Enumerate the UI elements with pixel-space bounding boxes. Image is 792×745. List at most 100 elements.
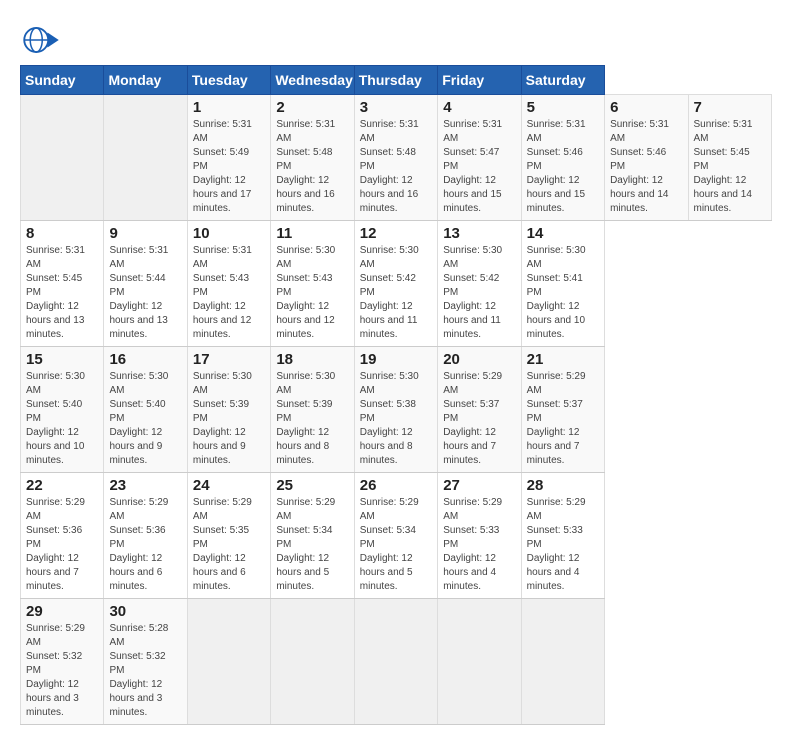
calendar-cell: 1Sunrise: 5:31 AMSunset: 5:49 PMDaylight… [187, 95, 270, 221]
calendar-cell: 25 Sunrise: 5:29 AMSunset: 5:34 PMDayligh… [271, 473, 354, 599]
day-number: 5 [527, 99, 599, 116]
day-info: Sunrise: 5:31 AMSunset: 5:44 PMDaylight:… [109, 244, 181, 342]
calendar-week-row: 15 Sunrise: 5:30 AMSunset: 5:40 PMDayligh… [21, 347, 772, 473]
day-number: 25 [276, 477, 348, 494]
day-info: Sunrise: 5:29 AMSunset: 5:37 PMDaylight:… [527, 370, 599, 468]
day-number: 9 [109, 225, 181, 242]
day-number: 14 [527, 225, 599, 242]
day-number: 26 [360, 477, 432, 494]
calendar-table: SundayMondayTuesdayWednesdayThursdayFrid… [20, 65, 772, 725]
calendar-cell: 13Sunrise: 5:30 AMSunset: 5:42 PMDayligh… [438, 221, 521, 347]
calendar-cell: 11Sunrise: 5:30 AMSunset: 5:43 PMDayligh… [271, 221, 354, 347]
day-number: 8 [26, 225, 98, 242]
day-info: Sunrise: 5:30 AMSunset: 5:40 PMDaylight:… [109, 370, 181, 468]
day-info: Sunrise: 5:31 AMSunset: 5:49 PMDaylight:… [193, 118, 265, 216]
day-info: Sunrise: 5:31 AMSunset: 5:47 PMDaylight:… [443, 118, 515, 216]
day-number: 20 [443, 351, 515, 368]
day-info: Sunrise: 5:30 AMSunset: 5:38 PMDaylight:… [360, 370, 432, 468]
header-saturday: Saturday [521, 66, 604, 95]
day-number: 21 [527, 351, 599, 368]
calendar-cell [521, 599, 604, 725]
calendar-cell [104, 95, 187, 221]
day-info: Sunrise: 5:31 AMSunset: 5:45 PMDaylight:… [26, 244, 98, 342]
page-header [20, 20, 772, 55]
day-number: 17 [193, 351, 265, 368]
day-number: 11 [276, 225, 348, 242]
day-info: Sunrise: 5:30 AMSunset: 5:42 PMDaylight:… [360, 244, 432, 342]
calendar-cell: 30Sunrise: 5:28 AMSunset: 5:32 PMDayligh… [104, 599, 187, 725]
day-info: Sunrise: 5:30 AMSunset: 5:40 PMDaylight:… [26, 370, 98, 468]
calendar-week-row: 29Sunrise: 5:29 AMSunset: 5:32 PMDayligh… [21, 599, 772, 725]
header-friday: Friday [438, 66, 521, 95]
day-number: 24 [193, 477, 265, 494]
header-thursday: Thursday [354, 66, 437, 95]
day-number: 16 [109, 351, 181, 368]
day-number: 3 [360, 99, 432, 116]
day-number: 6 [610, 99, 682, 116]
calendar-week-row: 8 Sunrise: 5:31 AMSunset: 5:45 PMDaylight… [21, 221, 772, 347]
calendar-cell: 6 Sunrise: 5:31 AMSunset: 5:46 PMDaylight… [605, 95, 688, 221]
day-number: 2 [276, 99, 348, 116]
calendar-cell: 27 Sunrise: 5:29 AMSunset: 5:33 PMDayligh… [438, 473, 521, 599]
calendar-cell: 15 Sunrise: 5:30 AMSunset: 5:40 PMDayligh… [21, 347, 104, 473]
calendar-cell: 5 Sunrise: 5:31 AMSunset: 5:46 PMDaylight… [521, 95, 604, 221]
day-info: Sunrise: 5:29 AMSunset: 5:33 PMDaylight:… [443, 496, 515, 594]
day-number: 4 [443, 99, 515, 116]
day-number: 12 [360, 225, 432, 242]
calendar-cell: 12 Sunrise: 5:30 AMSunset: 5:42 PMDayligh… [354, 221, 437, 347]
day-info: Sunrise: 5:30 AMSunset: 5:42 PMDaylight:… [443, 244, 515, 342]
day-number: 23 [109, 477, 181, 494]
calendar-cell: 19 Sunrise: 5:30 AMSunset: 5:38 PMDayligh… [354, 347, 437, 473]
calendar-cell: 18 Sunrise: 5:30 AMSunset: 5:39 PMDayligh… [271, 347, 354, 473]
calendar-cell: 2 Sunrise: 5:31 AMSunset: 5:48 PMDaylight… [271, 95, 354, 221]
day-info: Sunrise: 5:29 AMSunset: 5:34 PMDaylight:… [276, 496, 348, 594]
day-info: Sunrise: 5:29 AMSunset: 5:37 PMDaylight:… [443, 370, 515, 468]
calendar-cell [21, 95, 104, 221]
calendar-cell: 7 Sunrise: 5:31 AMSunset: 5:45 PMDaylight… [688, 95, 772, 221]
calendar-cell: 8 Sunrise: 5:31 AMSunset: 5:45 PMDaylight… [21, 221, 104, 347]
logo [20, 25, 62, 55]
day-info: Sunrise: 5:29 AMSunset: 5:35 PMDaylight:… [193, 496, 265, 594]
day-number: 15 [26, 351, 98, 368]
day-info: Sunrise: 5:28 AMSunset: 5:32 PMDaylight:… [109, 622, 181, 720]
day-info: Sunrise: 5:31 AMSunset: 5:48 PMDaylight:… [276, 118, 348, 216]
day-info: Sunrise: 5:29 AMSunset: 5:36 PMDaylight:… [109, 496, 181, 594]
day-info: Sunrise: 5:29 AMSunset: 5:33 PMDaylight:… [527, 496, 599, 594]
day-info: Sunrise: 5:29 AMSunset: 5:32 PMDaylight:… [26, 622, 98, 720]
day-info: Sunrise: 5:30 AMSunset: 5:39 PMDaylight:… [193, 370, 265, 468]
calendar-cell: 20 Sunrise: 5:29 AMSunset: 5:37 PMDayligh… [438, 347, 521, 473]
calendar-cell: 24 Sunrise: 5:29 AMSunset: 5:35 PMDayligh… [187, 473, 270, 599]
day-info: Sunrise: 5:31 AMSunset: 5:46 PMDaylight:… [527, 118, 599, 216]
calendar-cell: 26Sunrise: 5:29 AMSunset: 5:34 PMDayligh… [354, 473, 437, 599]
calendar-cell: 9 Sunrise: 5:31 AMSunset: 5:44 PMDaylight… [104, 221, 187, 347]
calendar-week-row: 22 Sunrise: 5:29 AMSunset: 5:36 PMDayligh… [21, 473, 772, 599]
calendar-cell: 28 Sunrise: 5:29 AMSunset: 5:33 PMDayligh… [521, 473, 604, 599]
day-number: 19 [360, 351, 432, 368]
calendar-cell: 17 Sunrise: 5:30 AMSunset: 5:39 PMDayligh… [187, 347, 270, 473]
calendar-cell [438, 599, 521, 725]
day-number: 7 [694, 99, 767, 116]
day-info: Sunrise: 5:30 AMSunset: 5:41 PMDaylight:… [527, 244, 599, 342]
day-number: 22 [26, 477, 98, 494]
day-number: 10 [193, 225, 265, 242]
day-number: 27 [443, 477, 515, 494]
day-info: Sunrise: 5:31 AMSunset: 5:43 PMDaylight:… [193, 244, 265, 342]
calendar-cell [354, 599, 437, 725]
day-info: Sunrise: 5:31 AMSunset: 5:46 PMDaylight:… [610, 118, 682, 216]
calendar-cell [187, 599, 270, 725]
calendar-cell: 3 Sunrise: 5:31 AMSunset: 5:48 PMDaylight… [354, 95, 437, 221]
header-sunday: Sunday [21, 66, 104, 95]
calendar-cell [271, 599, 354, 725]
day-number: 28 [527, 477, 599, 494]
day-info: Sunrise: 5:30 AMSunset: 5:39 PMDaylight:… [276, 370, 348, 468]
calendar-cell: 4 Sunrise: 5:31 AMSunset: 5:47 PMDaylight… [438, 95, 521, 221]
header-monday: Monday [104, 66, 187, 95]
calendar-cell: 14 Sunrise: 5:30 AMSunset: 5:41 PMDayligh… [521, 221, 604, 347]
day-info: Sunrise: 5:31 AMSunset: 5:48 PMDaylight:… [360, 118, 432, 216]
day-info: Sunrise: 5:31 AMSunset: 5:45 PMDaylight:… [694, 118, 767, 216]
day-number: 18 [276, 351, 348, 368]
calendar-cell: 16 Sunrise: 5:30 AMSunset: 5:40 PMDayligh… [104, 347, 187, 473]
header-tuesday: Tuesday [187, 66, 270, 95]
calendar-cell: 23 Sunrise: 5:29 AMSunset: 5:36 PMDayligh… [104, 473, 187, 599]
day-info: Sunrise: 5:29 AMSunset: 5:36 PMDaylight:… [26, 496, 98, 594]
